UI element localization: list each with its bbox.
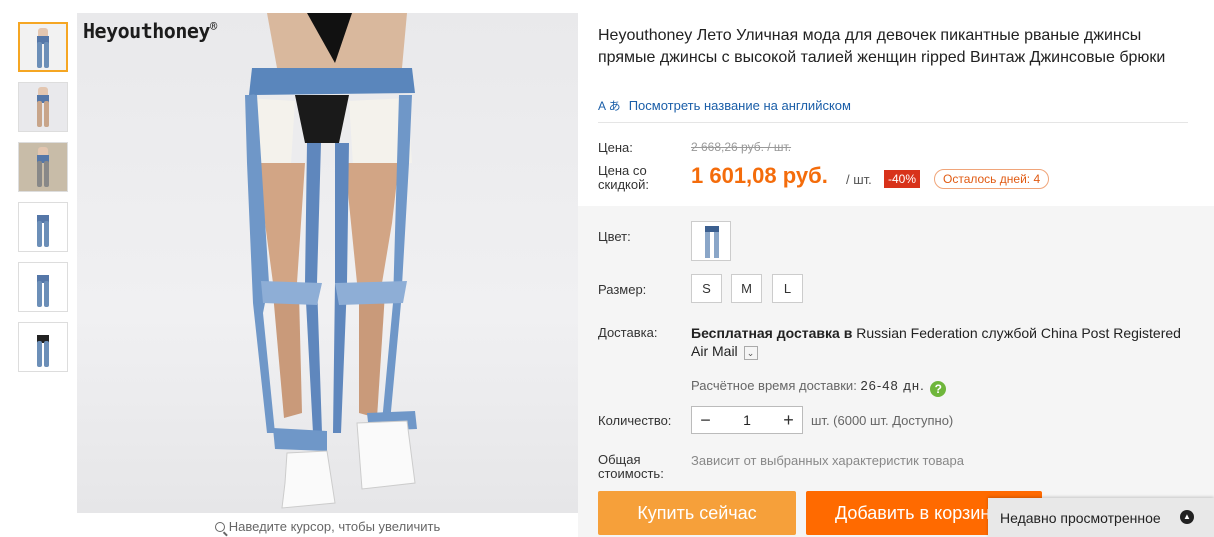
discount-badge: -40% — [884, 170, 921, 188]
size-option-l[interactable]: L — [772, 274, 803, 303]
price-unit: / шт. — [846, 172, 872, 187]
color-label: Цвет: — [598, 229, 631, 244]
translate-icon: A あ — [598, 99, 621, 113]
quantity-decrease-button[interactable]: − — [692, 410, 719, 431]
quantity-increase-button[interactable]: + — [775, 410, 802, 431]
price-label: Цена: — [598, 140, 633, 155]
size-label: Размер: — [598, 282, 647, 297]
magnifier-icon — [214, 522, 225, 532]
thumbnail-6[interactable] — [18, 322, 68, 372]
recently-viewed-label: Недавно просмотренное — [1000, 509, 1161, 526]
thumbnail-2[interactable] — [18, 82, 68, 132]
product-info-panel: Heyouthoney Лето Уличная мода для девоче… — [578, 13, 1214, 537]
main-product-image[interactable]: Heyouthoney® — [77, 13, 578, 513]
quantity-input[interactable] — [719, 412, 775, 428]
quantity-label: Количество: — [598, 413, 672, 428]
size-option-s[interactable]: S — [691, 274, 722, 303]
discounted-price: 1 601,08 руб. — [691, 163, 828, 188]
translate-title-link[interactable]: A あ Посмотреть название на английском — [598, 97, 851, 114]
delivery-label: Доставка: — [598, 325, 658, 340]
chevron-up-icon: ▲ — [1180, 510, 1194, 524]
product-title: Heyouthoney Лето Уличная мода для девоче… — [598, 27, 1166, 66]
divider — [598, 122, 1188, 123]
thumbnail-4[interactable] — [18, 202, 68, 252]
thumbnail-3[interactable] — [18, 142, 68, 192]
zoom-hint: Наведите курсор, чтобы увеличить — [77, 519, 578, 534]
help-icon[interactable]: ? — [930, 381, 947, 397]
total-label: Общая стоимость: — [598, 452, 664, 481]
total-note: Зависит от выбранных характеристик товар… — [691, 453, 964, 468]
recently-viewed-bar[interactable]: Недавно просмотренное ▲ — [988, 498, 1214, 537]
quantity-available: шт. (6000 шт. Доступно) — [811, 413, 954, 428]
thumbnail-1[interactable] — [18, 22, 68, 72]
jeans-photo — [245, 13, 417, 509]
old-price: 2 668,26 руб. / шт. — [691, 140, 792, 154]
delivery-time: Расчётное время доставки: 26-48 дн. ? — [691, 378, 947, 397]
color-option[interactable] — [691, 221, 731, 261]
chevron-down-icon[interactable]: ⌄ — [743, 346, 758, 360]
translate-link-text: Посмотреть название на английском — [628, 98, 851, 113]
thumbnail-5[interactable] — [18, 262, 68, 312]
buy-now-button[interactable]: Купить сейчас — [598, 491, 796, 535]
discount-price-label: Цена со скидкой: — [598, 163, 649, 192]
size-option-m[interactable]: M — [731, 274, 762, 303]
quantity-stepper: − + — [691, 406, 803, 434]
options-panel: Цвет: Размер: S M L Доставка: Бесплатная… — [578, 206, 1214, 537]
thumbnail-list — [18, 22, 70, 382]
days-left-badge: Осталось дней: 4 — [934, 169, 1050, 189]
delivery-info: Бесплатная доставка в Russian Federation… — [691, 325, 1181, 360]
